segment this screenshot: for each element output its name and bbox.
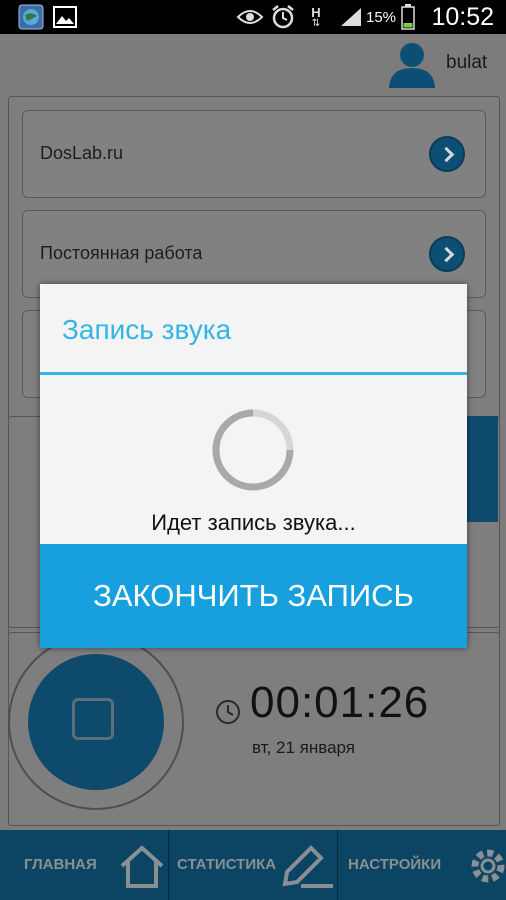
nav-settings[interactable]: НАСТРОЙКИ: [338, 830, 506, 900]
battery-icon: [400, 4, 416, 30]
loading-spinner-icon: [212, 409, 294, 491]
home-icon: [120, 845, 164, 888]
project-card-label: DosLab.ru: [40, 143, 124, 163]
alarm-clock-icon: [270, 4, 296, 30]
record-button[interactable]: [8, 634, 184, 810]
nav-settings-label: НАСТРОЙКИ: [348, 856, 442, 873]
nav-home[interactable]: ГЛАВНАЯ: [0, 830, 168, 900]
project-card-doslab[interactable]: DosLab.ru: [22, 110, 486, 198]
timer-value: 00:01:26: [250, 678, 430, 727]
eye-icon: [236, 4, 264, 30]
edit-pencil-icon: [282, 845, 333, 888]
data-h-icon: H ⇅: [311, 4, 321, 29]
nav-statistics-label: СТАТИСТИКА: [177, 856, 277, 873]
project-card-label: Постоянная работа: [40, 243, 203, 263]
username-label: bulat: [446, 52, 488, 73]
status-bar: H ⇅ 15% 10:52: [0, 0, 506, 34]
bottom-navigation: ГЛАВНАЯ СТАТИСТИКА НАСТРОЙКИ: [0, 830, 506, 900]
dialog-title: Запись звука: [62, 314, 232, 345]
clock-time: 10:52: [431, 3, 494, 31]
stop-icon: [72, 698, 114, 740]
gear-icon: [471, 849, 505, 883]
clock-icon: [214, 698, 242, 731]
recording-dialog: Запись звука Идет запись звука... ЗАКОНЧ…: [40, 284, 467, 648]
battery-percent: 15%: [366, 9, 397, 26]
finish-recording-button[interactable]: ЗАКОНЧИТЬ ЗАПИСЬ: [40, 544, 467, 648]
signal-strength-icon: [338, 4, 364, 30]
nav-statistics[interactable]: СТАТИСТИКА: [169, 830, 337, 900]
image-notification-icon: [52, 4, 78, 30]
chevron-right-icon[interactable]: [429, 136, 465, 172]
record-button-inner: [28, 654, 164, 790]
app-header: bulat: [0, 34, 506, 90]
dialog-divider: [40, 372, 467, 375]
globe-notification-icon: [18, 4, 44, 30]
timer-date: вт, 21 января: [252, 738, 355, 757]
nav-home-label: ГЛАВНАЯ: [24, 856, 97, 873]
chevron-right-icon[interactable]: [429, 236, 465, 272]
user-avatar-icon[interactable]: [386, 40, 438, 93]
dialog-message: Идет запись звука...: [151, 510, 356, 535]
